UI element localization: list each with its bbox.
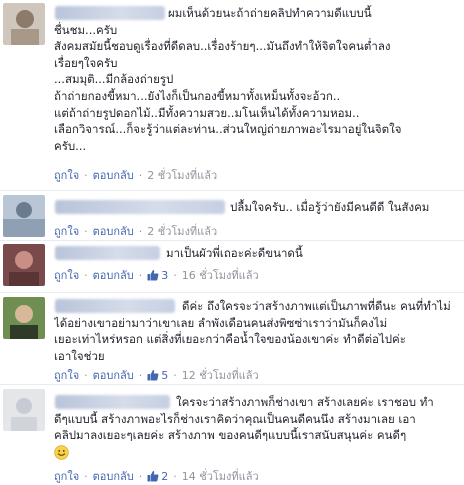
comment-actions: ถูกใจ · ตอบกลับ · 2 ชั่วโมงที่แล้ว bbox=[54, 223, 217, 239]
like-link[interactable]: ถูกใจ bbox=[54, 467, 79, 485]
like-link[interactable]: ถูกใจ bbox=[54, 366, 79, 384]
like-link[interactable]: ถูกใจ bbox=[54, 266, 79, 284]
comment-thread: ผมเห็นด้วยนะถ้าถ่ายคลิปทำความดีแบบนี้ ชื… bbox=[0, 0, 464, 485]
comment-text: ปลื้มใจครับ.. เมื่อรู้ว่ายังมีคนดีดี ในส… bbox=[54, 199, 456, 216]
comment: ผมเห็นด้วยนะถ้าถ่ายคลิปทำความดีแบบนี้ ชื… bbox=[0, 0, 464, 190]
comment-text: มาเป็นผัวพี่เถอะค่ะดีขนาดนี้ bbox=[54, 245, 456, 262]
separator-dot: · bbox=[138, 368, 143, 382]
like-count-value: 2 bbox=[161, 469, 169, 483]
divider bbox=[0, 190, 464, 191]
avatar[interactable] bbox=[3, 195, 45, 237]
reply-link[interactable]: ตอบกลับ bbox=[93, 366, 134, 384]
separator-dot: · bbox=[138, 224, 143, 238]
comment-line: ปลื้มใจครับ.. เมื่อรู้ว่ายังมีคนดีดี ในส… bbox=[230, 200, 430, 214]
thumbs-up-icon bbox=[147, 369, 159, 381]
like-count[interactable]: 2 bbox=[147, 470, 168, 483]
avatar[interactable] bbox=[3, 389, 45, 431]
avatar[interactable] bbox=[3, 297, 45, 339]
reply-link[interactable]: ตอบกลับ bbox=[93, 166, 134, 184]
comment-line: ใครจะว่าสร้างภาพก็ช่างเขา สร้างเลยค่ะ เร… bbox=[176, 395, 434, 409]
comment-line: มาเป็นผัวพี่เถอะค่ะดีขนาดนี้ bbox=[166, 246, 303, 260]
comment-text: ดีค่ะ ถึงใครจะว่าสร้างภาพแต่เป็นภาพที่ดี… bbox=[54, 298, 456, 364]
comment-line: สังคมสมัยนี้ชอบดูเรื่องที่ดีดลบ..เรื่องร… bbox=[54, 39, 391, 54]
comment-line: ...สมมุติ...มีกล้องถ่ายรูป bbox=[54, 72, 174, 87]
comment-line: เอาใจช่วย bbox=[54, 348, 105, 363]
timestamp[interactable]: 12 ชั่วโมงที่แล้ว bbox=[182, 366, 259, 384]
comment-actions: ถูกใจ · ตอบกลับ · 2 ชั่วโมงที่แล้ว bbox=[54, 167, 217, 183]
separator-dot: · bbox=[84, 168, 88, 182]
comment-text: ใครจะว่าสร้างภาพก็ช่างเขา สร้างเลยค่ะ เร… bbox=[54, 394, 456, 462]
separator-dot: · bbox=[173, 368, 177, 382]
separator-dot: · bbox=[84, 224, 88, 238]
timestamp[interactable]: 2 ชั่วโมงที่แล้ว bbox=[147, 166, 217, 184]
reply-link[interactable]: ตอบกลับ bbox=[93, 266, 134, 284]
comment-line: เลือกวิจารณ์...ก็จะรู้ว่าแต่ละท่าน..ส่วน… bbox=[54, 122, 402, 137]
divider bbox=[0, 292, 464, 293]
like-link[interactable]: ถูกใจ bbox=[54, 222, 79, 240]
comment: มาเป็นผัวพี่เถอะค่ะดีขนาดนี้ ถูกใจ · ตอบ… bbox=[0, 242, 464, 290]
timestamp[interactable]: 14 ชั่วโมงที่แล้ว bbox=[182, 467, 259, 485]
comment-actions: ถูกใจ · ตอบกลับ · 3 · 16 ชั่วโมงที่แล้ว bbox=[54, 267, 259, 283]
separator-dot: · bbox=[84, 268, 88, 282]
comment-line: ชื่นชม...ครับ bbox=[54, 22, 118, 37]
comment-line: เยอะเท่าไหร่หรอก แต่สิ่งที่เยอะกว่าคือน้… bbox=[54, 332, 406, 347]
comment-line: ถ้าถ่ายกองขี้หมา...ยังไงก็เป็นกองขี้หมาท… bbox=[54, 88, 341, 103]
separator-dot: · bbox=[84, 368, 88, 382]
separator-dot: · bbox=[138, 469, 143, 483]
reply-link[interactable]: ตอบกลับ bbox=[93, 222, 134, 240]
like-count[interactable]: 5 bbox=[147, 369, 168, 382]
divider bbox=[0, 240, 464, 241]
like-count-value: 3 bbox=[161, 268, 169, 282]
comment-actions: ถูกใจ · ตอบกลับ · 2 · 14 ชั่วโมงที่แล้ว bbox=[54, 468, 259, 484]
divider bbox=[0, 384, 464, 385]
smiley-emoji-icon bbox=[54, 445, 69, 460]
avatar[interactable] bbox=[3, 244, 45, 286]
reply-link[interactable]: ตอบกลับ bbox=[93, 467, 134, 485]
comment-line: คลิปมาลงเยอะๆเลยค่ะ สร้างภาพ ของคนดีๆแบบ… bbox=[54, 428, 407, 443]
timestamp[interactable]: 2 ชั่วโมงที่แล้ว bbox=[147, 222, 217, 240]
separator-dot: · bbox=[173, 469, 177, 483]
thumbs-up-icon bbox=[147, 269, 159, 281]
like-link[interactable]: ถูกใจ bbox=[54, 166, 79, 184]
like-count-value: 5 bbox=[161, 368, 169, 382]
comment-line: ดีค่ะ ถึงใครจะว่าสร้างภาพแต่เป็นภาพที่ดี… bbox=[182, 299, 451, 313]
comment-line: ได้อย่างเขาอย่ามาว่าเขาเลย ลำพังเดือนคนส… bbox=[54, 315, 388, 330]
thumbs-up-icon bbox=[147, 470, 159, 482]
separator-dot: · bbox=[84, 469, 88, 483]
avatar[interactable] bbox=[3, 3, 45, 45]
comment-line bbox=[54, 444, 456, 462]
timestamp[interactable]: 16 ชั่วโมงที่แล้ว bbox=[182, 266, 259, 284]
comment-line: ดีๆแบบนี้ สร้างภาพอะไรก็ช่างเราคิดว่าคุณ… bbox=[54, 411, 416, 426]
comment: ใครจะว่าสร้างภาพก็ช่างเขา สร้างเลยค่ะ เร… bbox=[0, 386, 464, 485]
comment-text: ผมเห็นด้วยนะถ้าถ่ายคลิปทำความดีแบบนี้ ชื… bbox=[54, 5, 456, 154]
comment-line: ครับ... bbox=[54, 138, 87, 153]
comment-line: เรื่อยๆใจครับ bbox=[54, 55, 118, 70]
comment: ดีค่ะ ถึงใครจะว่าสร้างภาพแต่เป็นภาพที่ดี… bbox=[0, 294, 464, 382]
comment: ปลื้มใจครับ.. เมื่อรู้ว่ายังมีคนดีดี ในส… bbox=[0, 192, 464, 238]
comment-line: ผมเห็นด้วยนะถ้าถ่ายคลิปทำความดีแบบนี้ bbox=[168, 6, 372, 20]
comment-actions: ถูกใจ · ตอบกลับ · 5 · 12 ชั่วโมงที่แล้ว bbox=[54, 367, 259, 383]
separator-dot: · bbox=[138, 168, 143, 182]
separator-dot: · bbox=[173, 268, 177, 282]
separator-dot: · bbox=[138, 268, 143, 282]
comment-line: แต่ถ้าถ่ายรูปดอกไม้..มีทั้งความสวย..มโนเ… bbox=[54, 105, 360, 120]
like-count[interactable]: 3 bbox=[147, 269, 168, 282]
